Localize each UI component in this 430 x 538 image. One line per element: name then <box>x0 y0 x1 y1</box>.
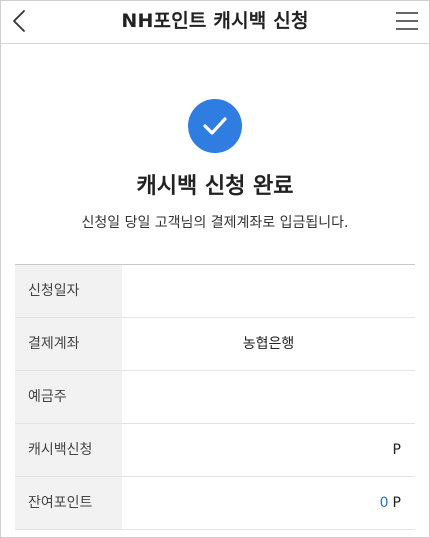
top-header: NH포인트 캐시백 신청 <box>1 1 429 44</box>
row-label: 결제계좌 <box>15 318 122 370</box>
completion-message: 신청일 당일 고객님의 결제계좌로 입금됩니다. <box>81 215 349 231</box>
cashback-details-table: 신청일자 결제계좌 농협은행 예금주 캐시백신청 P 잔여포인트 0P <box>15 264 415 530</box>
check-circle-icon <box>188 99 242 153</box>
detail-row-remaining-points: 잔여포인트 0P <box>15 477 415 530</box>
page-title: NH포인트 캐시백 신청 <box>121 10 309 32</box>
row-label: 캐시백신청 <box>15 424 122 476</box>
row-value: 0 <box>379 495 389 511</box>
app-frame: NH포인트 캐시백 신청 캐시백 신청 완료 신청일 당일 고객님의 결제계좌로… <box>0 0 430 538</box>
detail-row-holder: 예금주 <box>15 371 415 424</box>
detail-row-date: 신청일자 <box>15 265 415 318</box>
completion-title: 캐시백 신청 완료 <box>136 174 294 199</box>
row-value <box>122 265 415 317</box>
row-label: 신청일자 <box>15 265 122 317</box>
checkmark-icon <box>203 117 227 135</box>
row-value-group: P <box>122 424 415 476</box>
hamburger-menu-icon <box>396 12 418 30</box>
detail-row-account: 결제계좌 농협은행 <box>15 318 415 371</box>
menu-button[interactable] <box>391 7 423 35</box>
row-unit: P <box>392 442 401 458</box>
row-unit: P <box>392 495 401 511</box>
detail-row-cashback: 캐시백신청 P <box>15 424 415 477</box>
row-label: 잔여포인트 <box>15 477 122 529</box>
row-value <box>122 371 415 423</box>
row-label: 예금주 <box>15 371 122 423</box>
row-value-group: 0P <box>122 477 415 529</box>
row-value: 농협은행 <box>242 336 295 352</box>
